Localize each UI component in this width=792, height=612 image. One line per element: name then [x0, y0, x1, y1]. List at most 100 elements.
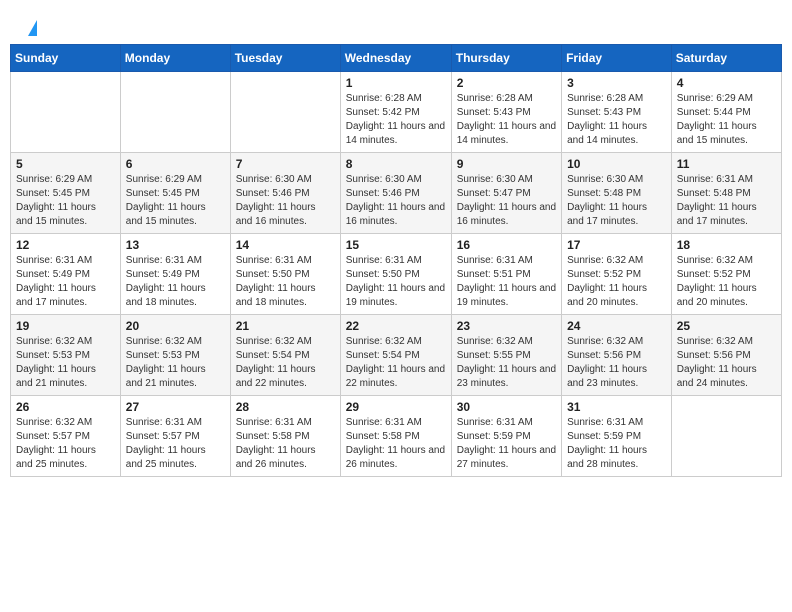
day-cell-12: 12 Sunrise: 6:31 AMSunset: 5:49 PMDayligh… — [11, 234, 121, 315]
day-number: 23 — [457, 319, 556, 333]
day-cell-31: 31Sunrise: 6:31 AMSunset: 5:59 PMDayligh… — [562, 396, 672, 477]
day-info: Sunrise: 6:32 AMSunset: 5:54 PMDaylight:… — [346, 335, 446, 391]
calendar-table: SundayMondayTuesdayWednesdayThursdayFrid… — [10, 44, 782, 477]
day-info: Sunrise: 6:31 AMSunset: 5:59 PMDaylight:… — [457, 416, 556, 472]
day-info: Sunrise: 6:32 AMSunset: 5:55 PMDaylight:… — [457, 335, 556, 391]
day-header-monday: Monday — [120, 45, 230, 72]
day-number: 13 — [126, 238, 225, 252]
day-cell-14: 14 Sunrise: 6:31 AMSunset: 5:50 PMDayligh… — [230, 234, 340, 315]
day-number: 1 — [346, 76, 446, 90]
day-info: Sunrise: 6:28 AMSunset: 5:43 PMDaylight:… — [567, 92, 666, 148]
day-cell-18: 18Sunrise: 6:32 AMSunset: 5:52 PMDayligh… — [671, 234, 781, 315]
day-info: Sunrise: 6:32 AMSunset: 5:52 PMDaylight:… — [567, 254, 666, 310]
day-info: Sunrise: 6:32 AMSunset: 5:56 PMDaylight:… — [677, 335, 776, 391]
day-cell-6: 6 Sunrise: 6:29 AMSunset: 5:45 PMDaylight… — [120, 153, 230, 234]
day-cell-5: 5 Sunrise: 6:29 AMSunset: 5:45 PMDaylight… — [11, 153, 121, 234]
day-info: Sunrise: 6:30 AMSunset: 5:47 PMDaylight:… — [457, 173, 556, 229]
day-info: Sunrise: 6:31 AMSunset: 5:50 PMDaylight:… — [236, 254, 335, 310]
day-cell-17: 17 Sunrise: 6:32 AMSunset: 5:52 PMDayligh… — [562, 234, 672, 315]
day-cell-2: 2 Sunrise: 6:28 AMSunset: 5:43 PMDaylight… — [451, 72, 561, 153]
day-number: 6 — [126, 157, 225, 171]
empty-cell — [671, 396, 781, 477]
day-cell-29: 29Sunrise: 6:31 AMSunset: 5:58 PMDayligh… — [340, 396, 451, 477]
day-number: 25 — [677, 319, 776, 333]
day-number: 9 — [457, 157, 556, 171]
logo — [25, 20, 37, 34]
day-info: Sunrise: 6:29 AMSunset: 5:44 PMDaylight:… — [677, 92, 776, 148]
day-cell-25: 25 Sunrise: 6:32 AMSunset: 5:56 PMDayligh… — [671, 315, 781, 396]
calendar-week-1: 1 Sunrise: 6:28 AMSunset: 5:42 PMDaylight… — [11, 72, 782, 153]
day-number: 24 — [567, 319, 666, 333]
day-header-saturday: Saturday — [671, 45, 781, 72]
day-info: Sunrise: 6:30 AMSunset: 5:46 PMDaylight:… — [346, 173, 446, 229]
day-cell-24: 24 Sunrise: 6:32 AMSunset: 5:56 PMDayligh… — [562, 315, 672, 396]
day-number: 14 — [236, 238, 335, 252]
day-cell-1: 1 Sunrise: 6:28 AMSunset: 5:42 PMDaylight… — [340, 72, 451, 153]
day-number: 26 — [16, 400, 115, 414]
day-cell-23: 23 Sunrise: 6:32 AMSunset: 5:55 PMDayligh… — [451, 315, 561, 396]
day-cell-8: 8 Sunrise: 6:30 AMSunset: 5:46 PMDaylight… — [340, 153, 451, 234]
day-number: 4 — [677, 76, 776, 90]
day-number: 15 — [346, 238, 446, 252]
day-number: 11 — [677, 157, 776, 171]
day-cell-15: 15Sunrise: 6:31 AMSunset: 5:50 PMDayligh… — [340, 234, 451, 315]
day-cell-10: 10 Sunrise: 6:30 AMSunset: 5:48 PMDayligh… — [562, 153, 672, 234]
day-header-thursday: Thursday — [451, 45, 561, 72]
day-info: Sunrise: 6:32 AMSunset: 5:53 PMDaylight:… — [16, 335, 115, 391]
day-cell-13: 13Sunrise: 6:31 AMSunset: 5:49 PMDayligh… — [120, 234, 230, 315]
calendar-header-row: SundayMondayTuesdayWednesdayThursdayFrid… — [11, 45, 782, 72]
day-info: Sunrise: 6:30 AMSunset: 5:46 PMDaylight:… — [236, 173, 335, 229]
day-cell-26: 26 Sunrise: 6:32 AMSunset: 5:57 PMDayligh… — [11, 396, 121, 477]
day-info: Sunrise: 6:31 AMSunset: 5:58 PMDaylight:… — [236, 416, 335, 472]
calendar-week-5: 26 Sunrise: 6:32 AMSunset: 5:57 PMDayligh… — [11, 396, 782, 477]
day-info: Sunrise: 6:28 AMSunset: 5:43 PMDaylight:… — [457, 92, 556, 148]
day-cell-11: 11 Sunrise: 6:31 AMSunset: 5:48 PMDayligh… — [671, 153, 781, 234]
day-info: Sunrise: 6:30 AMSunset: 5:48 PMDaylight:… — [567, 173, 666, 229]
day-number: 12 — [16, 238, 115, 252]
day-number: 8 — [346, 157, 446, 171]
empty-cell — [120, 72, 230, 153]
day-info: Sunrise: 6:31 AMSunset: 5:58 PMDaylight:… — [346, 416, 446, 472]
day-number: 10 — [567, 157, 666, 171]
day-number: 7 — [236, 157, 335, 171]
day-info: Sunrise: 6:32 AMSunset: 5:57 PMDaylight:… — [16, 416, 115, 472]
day-header-wednesday: Wednesday — [340, 45, 451, 72]
empty-cell — [11, 72, 121, 153]
day-cell-3: 3 Sunrise: 6:28 AMSunset: 5:43 PMDaylight… — [562, 72, 672, 153]
day-number: 21 — [236, 319, 335, 333]
day-number: 17 — [567, 238, 666, 252]
day-info: Sunrise: 6:32 AMSunset: 5:52 PMDaylight:… — [677, 254, 776, 310]
day-number: 19 — [16, 319, 115, 333]
day-number: 5 — [16, 157, 115, 171]
day-number: 31 — [567, 400, 666, 414]
day-info: Sunrise: 6:31 AMSunset: 5:49 PMDaylight:… — [16, 254, 115, 310]
day-info: Sunrise: 6:28 AMSunset: 5:42 PMDaylight:… — [346, 92, 446, 148]
day-cell-22: 22 Sunrise: 6:32 AMSunset: 5:54 PMDayligh… — [340, 315, 451, 396]
day-number: 27 — [126, 400, 225, 414]
day-cell-28: 28 Sunrise: 6:31 AMSunset: 5:58 PMDayligh… — [230, 396, 340, 477]
day-info: Sunrise: 6:32 AMSunset: 5:56 PMDaylight:… — [567, 335, 666, 391]
day-info: Sunrise: 6:29 AMSunset: 5:45 PMDaylight:… — [16, 173, 115, 229]
day-number: 2 — [457, 76, 556, 90]
day-info: Sunrise: 6:31 AMSunset: 5:51 PMDaylight:… — [457, 254, 556, 310]
day-cell-7: 7 Sunrise: 6:30 AMSunset: 5:46 PMDaylight… — [230, 153, 340, 234]
day-cell-19: 19 Sunrise: 6:32 AMSunset: 5:53 PMDayligh… — [11, 315, 121, 396]
day-info: Sunrise: 6:29 AMSunset: 5:45 PMDaylight:… — [126, 173, 225, 229]
day-header-tuesday: Tuesday — [230, 45, 340, 72]
day-number: 16 — [457, 238, 556, 252]
day-header-friday: Friday — [562, 45, 672, 72]
calendar-week-3: 12 Sunrise: 6:31 AMSunset: 5:49 PMDayligh… — [11, 234, 782, 315]
day-cell-21: 21 Sunrise: 6:32 AMSunset: 5:54 PMDayligh… — [230, 315, 340, 396]
day-number: 28 — [236, 400, 335, 414]
day-info: Sunrise: 6:31 AMSunset: 5:48 PMDaylight:… — [677, 173, 776, 229]
day-info: Sunrise: 6:32 AMSunset: 5:53 PMDaylight:… — [126, 335, 225, 391]
day-info: Sunrise: 6:31 AMSunset: 5:57 PMDaylight:… — [126, 416, 225, 472]
calendar-week-2: 5 Sunrise: 6:29 AMSunset: 5:45 PMDaylight… — [11, 153, 782, 234]
day-info: Sunrise: 6:32 AMSunset: 5:54 PMDaylight:… — [236, 335, 335, 391]
day-number: 22 — [346, 319, 446, 333]
calendar-week-4: 19 Sunrise: 6:32 AMSunset: 5:53 PMDayligh… — [11, 315, 782, 396]
empty-cell — [230, 72, 340, 153]
day-number: 3 — [567, 76, 666, 90]
page-header — [10, 10, 782, 39]
day-cell-9: 9 Sunrise: 6:30 AMSunset: 5:47 PMDaylight… — [451, 153, 561, 234]
